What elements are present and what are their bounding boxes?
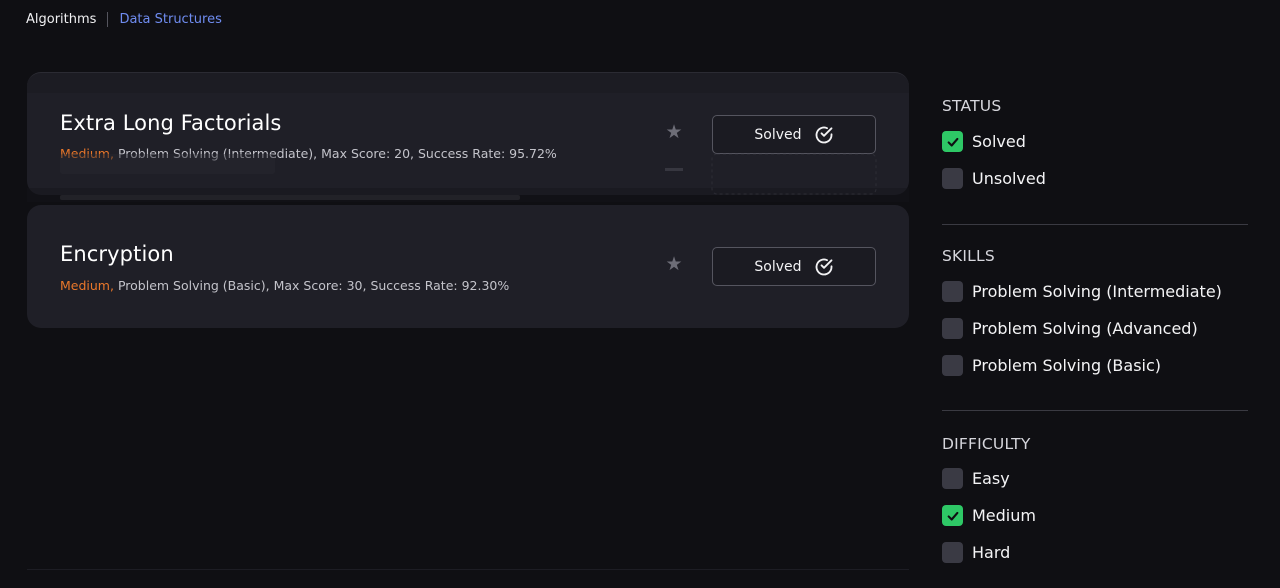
checkbox[interactable] [942,542,963,563]
difficulty-heading: DIFFICULTY [942,435,1031,453]
card-top-edge [27,72,909,94]
challenge-meta: Medium, Problem Solving (Intermediate), … [60,146,557,161]
solved-button[interactable]: Solved [712,115,876,154]
checkbox[interactable] [942,168,963,189]
solved-button[interactable]: Solved [712,247,876,286]
data-structures-link[interactable]: Data Structures [119,12,221,27]
status-option-solved[interactable]: Solved [942,131,1026,152]
solved-label: Solved [754,258,802,275]
challenge-list-page: Algorithms Data Structures Extra Long Fa… [0,0,1280,588]
checkbox[interactable] [942,318,963,339]
option-label: Unsolved [972,169,1046,188]
option-label: Problem Solving (Advanced) [972,319,1198,338]
checkbox-checked[interactable] [942,131,963,152]
filter-divider [942,224,1248,225]
difficulty-label: Medium, [60,146,114,161]
check-circle-icon [815,126,832,143]
filter-divider [942,410,1248,411]
list-bottom-divider [27,569,909,570]
checkbox[interactable] [942,281,963,302]
skill-option-intermediate[interactable]: Problem Solving (Intermediate) [942,281,1222,302]
checkmark-icon [947,511,958,521]
difficulty-option-medium[interactable]: Medium [942,505,1036,526]
challenge-card[interactable]: Encryption Medium, Problem Solving (Basi… [27,205,909,328]
divider [107,12,109,27]
difficulty-option-easy[interactable]: Easy [942,468,1010,489]
checkbox-checked[interactable] [942,505,963,526]
option-label: Hard [972,543,1011,562]
skill-option-basic[interactable]: Problem Solving (Basic) [942,355,1161,376]
option-label: Solved [972,132,1026,151]
star-icon[interactable]: ★ [664,254,684,274]
challenge-meta: Medium, Problem Solving (Basic), Max Sco… [60,278,509,293]
star-icon[interactable]: ★ [664,122,684,142]
checkbox[interactable] [942,468,963,489]
subdomain-filter: Algorithms Data Structures [26,12,222,27]
difficulty-option-hard[interactable]: Hard [942,542,1010,563]
difficulty-label: Medium, [60,278,114,293]
challenge-details: Problem Solving (Intermediate), Max Scor… [117,146,557,161]
check-circle-icon [815,258,832,275]
skills-heading: SKILLS [942,247,995,265]
challenge-card[interactable]: Extra Long Factorials Medium, Problem So… [27,93,909,195]
status-heading: STATUS [942,97,1002,115]
option-label: Medium [972,506,1036,525]
status-option-unsolved[interactable]: Unsolved [942,168,1046,189]
option-label: Problem Solving (Intermediate) [972,282,1222,301]
filters-sidebar: STATUS Solved Unsolved SKILLS Problem So… [942,0,1248,588]
algorithms-link[interactable]: Algorithms [26,12,96,27]
solved-label: Solved [754,126,802,143]
challenge-title[interactable]: Encryption [60,242,174,266]
option-label: Easy [972,469,1010,488]
skill-option-advanced[interactable]: Problem Solving (Advanced) [942,318,1198,339]
option-label: Problem Solving (Basic) [972,356,1162,375]
checkbox[interactable] [942,355,963,376]
checkmark-icon [947,137,958,147]
challenge-title[interactable]: Extra Long Factorials [60,111,281,135]
challenge-details: Problem Solving (Basic), Max Score: 30, … [117,278,510,293]
